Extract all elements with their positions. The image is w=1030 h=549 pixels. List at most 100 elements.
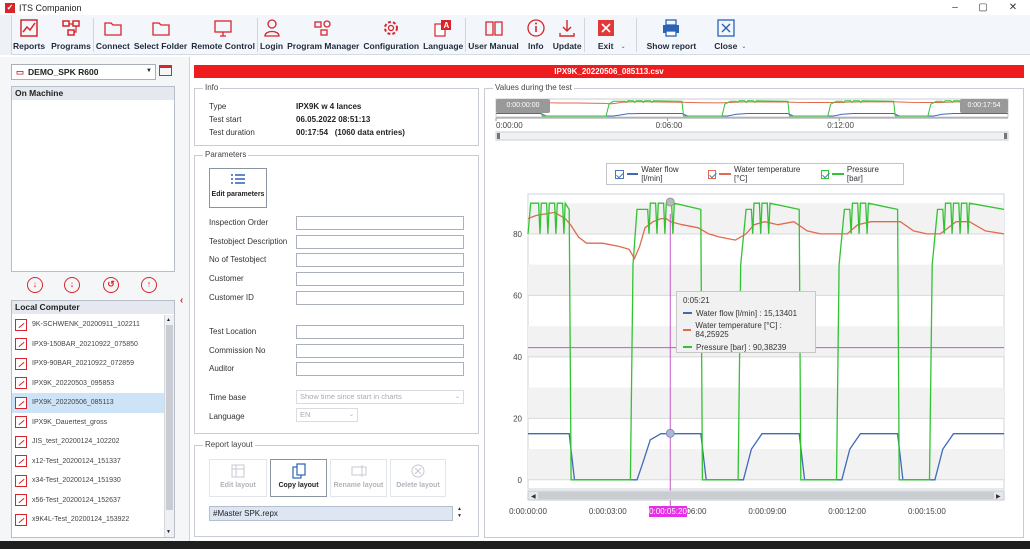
exit-button[interactable]: Exit — [595, 15, 617, 55]
legend-item-water-temperature[interactable]: Water temperature [°C] — [707, 165, 813, 183]
chevron-down-icon: ▼ — [146, 68, 152, 74]
file-list-scrollbar[interactable]: ▲ ▼ — [164, 315, 174, 537]
checkbox-icon[interactable] — [707, 169, 717, 179]
device-select[interactable]: ▭ DEMO_SPK R600 ▼ — [11, 64, 156, 80]
file-list-item[interactable]: x9K4L-Test_20200124_153922 — [12, 510, 164, 530]
ribbon-overflow-icon[interactable]: ⌄ — [621, 43, 626, 50]
legend-item-water-flow[interactable]: Water flow [l/min] — [615, 165, 700, 183]
download-icon — [556, 17, 578, 39]
refresh-icon[interactable]: ↺ — [103, 277, 119, 293]
language-button[interactable]: A Language — [423, 15, 463, 55]
configuration-button[interactable]: Configuration — [363, 15, 419, 55]
file-list-item[interactable]: x56-Test_20200124_152637 — [12, 491, 164, 511]
report-file-icon — [15, 357, 27, 370]
parameter-input[interactable] — [296, 253, 464, 268]
file-list-item[interactable]: IPX9K_Dauertest_gross — [12, 413, 164, 433]
file-list-item[interactable]: x12-Test_20200124_151337 — [12, 452, 164, 472]
reports-button[interactable]: Reports — [13, 15, 45, 55]
time-base-select[interactable]: Show time since start in charts ⌄ — [296, 390, 464, 404]
close-button[interactable]: Close — [714, 15, 737, 55]
show-report-button[interactable]: Show report — [647, 15, 696, 55]
parameter-input[interactable] — [296, 362, 464, 377]
svg-text:A: A — [444, 21, 450, 30]
test-duration-value: 00:17:54 (1060 data entries) — [296, 128, 405, 137]
type-value: IPX9K w 4 lances — [296, 102, 362, 111]
report-file-icon — [15, 494, 27, 507]
folder-icon[interactable] — [159, 65, 172, 76]
file-list-item[interactable]: x34-Test_20200124_151930 — [12, 471, 164, 491]
cursor-marker-flow — [665, 428, 675, 438]
rename-layout-label: Rename layout — [333, 482, 384, 489]
parameter-input[interactable] — [296, 272, 464, 287]
ribbon-toolbar: Reports Programs Connect Select Folder R… — [0, 15, 1030, 55]
delete-layout-button[interactable]: Delete layout — [390, 459, 446, 497]
language-select[interactable]: EN ⌄ — [296, 408, 358, 422]
update-button[interactable]: Update — [553, 15, 582, 55]
user-icon — [261, 17, 283, 39]
overview-end-handle[interactable]: 0:00:17:54 — [960, 99, 1008, 113]
scroll-up-icon[interactable]: ▲ — [166, 317, 171, 323]
select-folder-label: Select Folder — [133, 41, 188, 51]
scroll-left-icon[interactable]: ◀ — [531, 494, 536, 500]
collapse-panel-icon[interactable]: ‹ — [180, 295, 183, 306]
rename-layout-button[interactable]: Rename layout — [330, 459, 387, 497]
connect-button[interactable]: Connect — [96, 15, 130, 55]
exit-icon — [595, 17, 617, 39]
info-button[interactable]: Info — [525, 15, 547, 55]
time-base-value: Show time since start in charts — [300, 392, 402, 401]
file-list-item[interactable]: IPX9K_20220506_085113 — [12, 393, 164, 413]
file-list-item[interactable]: IPX9-150BAR_20210922_075850 — [12, 335, 164, 355]
ribbon-overflow-icon[interactable]: ⌄ — [741, 43, 746, 50]
test-duration-label: Test duration — [209, 128, 255, 137]
y-tick-label: 20 — [513, 414, 522, 423]
download-all-icon[interactable]: ↓ — [64, 277, 80, 293]
scroll-thumb[interactable] — [166, 325, 173, 510]
values-group-label: Values during the test — [493, 83, 574, 92]
file-list-item[interactable]: IPX9-90BAR_20210922_072859 — [12, 354, 164, 374]
chart-scroll-thumb[interactable] — [538, 492, 994, 499]
select-folder-button[interactable]: Select Folder — [134, 15, 187, 55]
remote-control-button[interactable]: Remote Control — [191, 15, 255, 55]
language-label: Language — [423, 41, 464, 51]
parameter-input[interactable] — [296, 290, 464, 305]
parameter-input[interactable] — [296, 216, 464, 230]
edit-parameters-button[interactable]: Edit parameters — [209, 168, 267, 208]
file-list-item[interactable]: 9K-SCHWENK_20200911_102211 — [12, 315, 164, 335]
legend-item-pressure[interactable]: Pressure [bar] — [820, 165, 895, 183]
layout-select[interactable]: #Master SPK.repx — [209, 506, 453, 521]
file-title-bar: IPX9K_20220506_085113.csv — [194, 65, 1024, 78]
programs-button[interactable]: Programs — [51, 15, 91, 55]
parameter-label: Testobject Description — [209, 236, 288, 246]
minimize-button[interactable]: – — [940, 0, 970, 15]
login-button[interactable]: Login — [260, 15, 283, 55]
overview-range-right-handle[interactable] — [1004, 133, 1007, 139]
edit-layout-button[interactable]: Edit layout — [209, 459, 267, 497]
file-list-item[interactable]: JIS_test_20200124_102202 — [12, 432, 164, 452]
program-manager-button[interactable]: Program Manager — [287, 15, 359, 55]
file-list-item[interactable]: IPX9K_20220503_095853 — [12, 374, 164, 394]
checkbox-icon[interactable] — [615, 169, 624, 179]
user-manual-button[interactable]: User Manual — [468, 15, 519, 55]
copy-layout-button[interactable]: Copy layout — [270, 459, 327, 497]
file-name: IPX9-90BAR_20210922_072859 — [32, 360, 134, 368]
overview-chart[interactable]: 0:00:00 0:06:00 0:12:00 — [494, 97, 1010, 145]
y-tick-label: 60 — [513, 291, 522, 300]
scroll-down-icon[interactable]: ▼ — [166, 529, 171, 535]
layout-spinner[interactable]: ▲ ▼ — [455, 506, 464, 521]
upload-arrow-icon[interactable]: ↑ — [141, 277, 157, 293]
maximize-button[interactable]: ▢ — [968, 0, 998, 15]
overview-range-left-handle[interactable] — [497, 133, 500, 139]
legend-swatch — [626, 173, 639, 175]
parameter-input[interactable] — [296, 234, 464, 249]
close-window-button[interactable]: ✕ — [998, 0, 1028, 15]
parameter-input[interactable] — [296, 343, 464, 358]
parameter-input[interactable] — [296, 325, 464, 339]
scroll-right-icon[interactable]: ▶ — [996, 494, 1001, 500]
download-arrow-icon[interactable]: ↓ — [27, 277, 43, 293]
overview-start-handle[interactable]: 0:00:00:00 — [496, 99, 550, 113]
tooltip-swatch — [683, 312, 692, 314]
overview-range-track[interactable] — [495, 131, 1009, 141]
main-chart[interactable]: 020406080◀ ▶0:00:00:00 0:00:03:00 0:00:06:0… — [494, 186, 1014, 521]
checkbox-icon[interactable] — [820, 169, 830, 179]
grid-band — [528, 449, 1004, 480]
